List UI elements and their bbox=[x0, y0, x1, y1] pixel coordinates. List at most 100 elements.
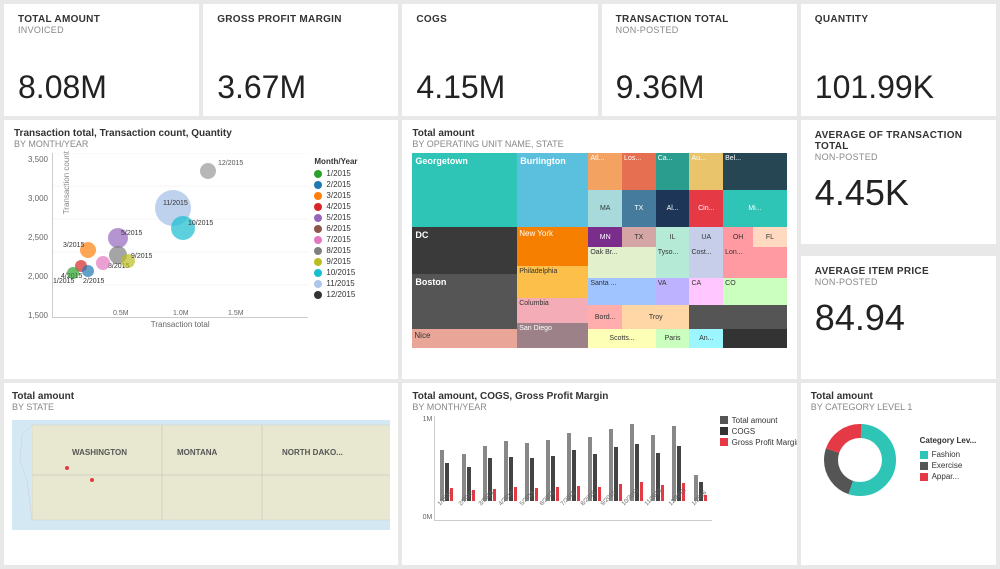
bar-y-0m: 0M bbox=[423, 514, 433, 521]
donut-svg bbox=[820, 420, 900, 500]
treemap-cell-philly[interactable]: Philadelphia bbox=[517, 266, 588, 297]
scatter-svg: 12/2015 11/2015 10/2015 5/2015 3/2015 bbox=[52, 153, 308, 318]
treemap-cell-tx2[interactable]: TX bbox=[622, 227, 656, 247]
kpi-gross-profit: Gross Profit Margin 3.67M bbox=[203, 4, 398, 116]
bar-subtitle: BY MONTH/YEAR bbox=[412, 402, 786, 412]
treemap-cell-nice[interactable]: Nice bbox=[412, 329, 517, 349]
donut-subtitle: BY CATEGORY LEVEL 1 bbox=[811, 402, 986, 412]
treemap-cell-bla[interactable]: Al... bbox=[656, 190, 690, 227]
treemap-cell-georgetown[interactable]: Georgetown bbox=[412, 153, 517, 227]
treemap-cell-tyso[interactable]: Tyso... bbox=[656, 247, 690, 278]
svg-text:10/2015: 10/2015 bbox=[188, 220, 213, 227]
scatter-legend-item: 11/2015 bbox=[314, 279, 388, 288]
treemap-container: Georgetown Burlington Atl... Los... Ca..… bbox=[412, 153, 786, 348]
treemap-cell-mn[interactable]: MN bbox=[588, 227, 622, 247]
svg-text:5/2015: 5/2015 bbox=[121, 230, 143, 237]
kpi-total-amount-label: Total amount bbox=[18, 14, 185, 25]
svg-text:9/2015: 9/2015 bbox=[131, 253, 153, 260]
treemap-cell-fl[interactable]: FL bbox=[753, 227, 787, 247]
treemap-cell-ma[interactable]: MA bbox=[588, 190, 622, 227]
scatter-legend-header: Month/Year bbox=[314, 157, 388, 166]
treemap-cell-an[interactable]: An... bbox=[689, 329, 723, 349]
kpi-total-amount-sublabel: INVOICED bbox=[18, 25, 185, 35]
treemap-subtitle: BY OPERATING UNIT NAME, STATE bbox=[412, 139, 786, 149]
treemap-cell-columbia[interactable]: Columbia bbox=[517, 298, 588, 323]
scatter-legend-item: 2/2015 bbox=[314, 180, 388, 189]
bar-group bbox=[543, 416, 562, 501]
bar-group bbox=[522, 416, 541, 501]
treemap-cell-los[interactable]: Los... bbox=[622, 153, 656, 190]
scatter-legend-item: 8/2015 bbox=[314, 246, 388, 255]
treemap-cell-newyork[interactable]: New York bbox=[517, 227, 588, 266]
donut-legend-item: Fashion bbox=[920, 450, 977, 459]
kpi-transaction-total-sublabel: NON-POSTED bbox=[616, 25, 783, 35]
treemap-cell-va[interactable]: VA bbox=[656, 278, 690, 305]
kpi-quantity: Quantity 101.99K bbox=[801, 4, 996, 116]
svg-text:11/2015: 11/2015 bbox=[163, 200, 188, 207]
avg-transaction-title: Average of Transaction total bbox=[815, 130, 982, 152]
bar-legend-item: Total amount bbox=[720, 416, 797, 425]
svg-text:0.5M: 0.5M bbox=[113, 310, 129, 317]
right-stats-column: Average of Transaction total NON-POSTED … bbox=[801, 120, 996, 378]
svg-text:1/2015: 1/2015 bbox=[53, 278, 75, 285]
treemap-cell-dark1[interactable] bbox=[689, 305, 786, 328]
treemap-cell-ca2[interactable]: CA bbox=[689, 278, 723, 305]
scatter-title: Transaction total, Transaction count, Qu… bbox=[14, 128, 388, 139]
treemap-cell-cost[interactable]: Cost... bbox=[689, 247, 723, 278]
donut-title: Total amount bbox=[811, 391, 986, 402]
scatter-legend-item: 3/2015 bbox=[314, 191, 388, 200]
treemap-cell-dark2[interactable] bbox=[723, 329, 787, 349]
treemap-cell-boston[interactable]: Boston bbox=[412, 274, 517, 329]
treemap-cell-bel[interactable]: Bel... bbox=[723, 153, 787, 190]
donut-legend-item: Exercise bbox=[920, 461, 977, 470]
bar-legend: Total amountCOGSGross Profit Margin bbox=[714, 416, 797, 521]
svg-text:3/2015: 3/2015 bbox=[63, 242, 85, 249]
bar-group bbox=[501, 416, 520, 501]
scatter-legend-item: 6/2015 bbox=[314, 224, 388, 233]
avg-transaction-value: 4.45K bbox=[815, 172, 982, 214]
avg-item-price-title: Average item price bbox=[815, 266, 982, 277]
treemap-cell-oakbr[interactable]: Oak Br... bbox=[588, 247, 655, 278]
y-axis-1500: 1,500 bbox=[28, 311, 48, 320]
svg-text:MONTANA: MONTANA bbox=[177, 448, 218, 457]
scatter-subtitle: BY MONTH/YEAR bbox=[14, 139, 388, 149]
treemap-cell-santa[interactable]: Santa ... bbox=[588, 278, 655, 305]
treemap-cell-mi[interactable]: Mi... bbox=[723, 190, 787, 227]
treemap-cell-scotts[interactable]: Scotts... bbox=[588, 329, 655, 349]
kpi-total-amount: Total amount INVOICED 8.08M bbox=[4, 4, 199, 116]
treemap-cell-ua[interactable]: UA bbox=[689, 227, 723, 247]
treemap-cell-au[interactable]: Au... bbox=[689, 153, 723, 190]
treemap-cell-tx1[interactable]: TX bbox=[622, 190, 656, 227]
treemap-cell-cin[interactable]: Cin... bbox=[689, 190, 723, 227]
treemap-cell-burlington[interactable]: Burlington bbox=[517, 153, 588, 227]
treemap-cell-ca[interactable]: Ca... bbox=[656, 153, 690, 190]
treemap-card: Total amount BY OPERATING UNIT NAME, STA… bbox=[402, 120, 796, 378]
donut-legend-title: Category Lev... bbox=[920, 436, 977, 445]
bar-group bbox=[564, 416, 583, 501]
scatter-legend: Month/Year 1/20152/20153/20154/20155/201… bbox=[308, 153, 388, 338]
bar-group bbox=[585, 416, 604, 501]
svg-text:12/2015: 12/2015 bbox=[218, 160, 243, 167]
kpi-quantity-value: 101.99K bbox=[815, 69, 982, 106]
scatter-legend-item: 4/2015 bbox=[314, 202, 388, 211]
treemap-cell-lon[interactable]: Lon... bbox=[723, 247, 787, 278]
scatter-chart-card: Transaction total, Transaction count, Qu… bbox=[4, 120, 398, 378]
svg-text:2/2015: 2/2015 bbox=[83, 278, 105, 285]
treemap-cell-il[interactable]: IL bbox=[656, 227, 690, 247]
treemap-cell-co[interactable]: CO bbox=[723, 278, 787, 305]
kpi-transaction-total-label: Transaction total bbox=[616, 14, 783, 25]
treemap-cell-troy[interactable]: Troy bbox=[622, 305, 689, 328]
bar-y-1m: 1M bbox=[423, 416, 433, 423]
treemap-cell-oh[interactable]: OH bbox=[723, 227, 753, 247]
treemap-cell-sandiego[interactable]: San Diego bbox=[517, 323, 588, 348]
avg-item-price-sublabel: NON-POSTED bbox=[815, 277, 982, 287]
treemap-cell-atl[interactable]: Atl... bbox=[588, 153, 622, 190]
y-axis-label: Transaction count bbox=[62, 151, 71, 214]
treemap-cell-dc[interactable]: DC bbox=[412, 227, 517, 274]
kpi-total-amount-value: 8.08M bbox=[18, 69, 185, 106]
y-axis-3000: 3,000 bbox=[28, 194, 48, 203]
map-svg: WASHINGTON MONTANA NORTH DAKO... bbox=[12, 420, 390, 530]
scatter-legend-item: 7/2015 bbox=[314, 235, 388, 244]
treemap-cell-paris[interactable]: Paris bbox=[656, 329, 690, 349]
treemap-cell-bord[interactable]: Bord... bbox=[588, 305, 622, 328]
